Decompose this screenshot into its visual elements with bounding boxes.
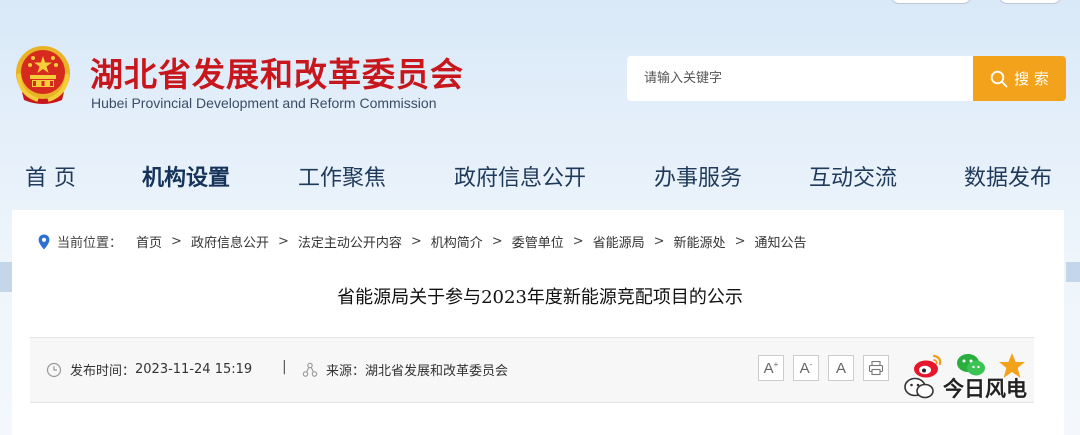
print-icon: [868, 360, 884, 376]
nav-item-home[interactable]: 首 页: [25, 160, 76, 192]
font-default-button[interactable]: A: [828, 355, 854, 381]
breadcrumb-separator: >: [277, 234, 289, 249]
breadcrumb-item-statutory[interactable]: 法定主动公开内容: [298, 232, 402, 251]
breadcrumb-separator: >: [491, 234, 503, 249]
publish-time: 发布时间： 2023-11-24 15:19: [46, 360, 252, 379]
watermark-text: 今日风电: [943, 377, 1027, 401]
main-nav: 首 页 机构设置 工作聚焦 政府信息公开 办事服务 互动交流 数据发布: [0, 160, 1080, 194]
breadcrumb-item-affiliated[interactable]: 委管单位: [512, 232, 564, 251]
print-button[interactable]: [863, 355, 889, 381]
source-label: 来源：: [326, 364, 366, 379]
meta-separator: |: [282, 359, 287, 375]
search-button-label: 搜 索: [1014, 70, 1049, 88]
clock-icon: [46, 362, 62, 377]
breadcrumb-label: 当前位置：: [57, 236, 123, 251]
site-title: 湖北省发展和改革委员会: [90, 55, 464, 94]
breadcrumb-item-energy-bureau[interactable]: 省能源局: [593, 232, 645, 251]
breadcrumb-item-org-intro[interactable]: 机构简介: [431, 232, 483, 251]
source-value: 湖北省发展和改革委员会: [365, 364, 509, 379]
site-subtitle-en: Hubei Provincial Development and Reform …: [91, 95, 437, 111]
breadcrumb-item-new-energy[interactable]: 新能源处: [674, 232, 726, 251]
publish-time-label: 发布时间：: [70, 364, 136, 379]
nav-item-interaction[interactable]: 互动交流: [809, 160, 897, 192]
location-pin-icon: [38, 234, 50, 249]
background-decoration: [1066, 262, 1080, 282]
breadcrumb-item-gov-info[interactable]: 政府信息公开: [191, 232, 269, 251]
nav-item-data-release[interactable]: 数据发布: [964, 160, 1052, 192]
breadcrumb-separator: >: [171, 234, 182, 249]
wechat-channel-icon: [904, 377, 934, 399]
breadcrumb: 当前位置： 首页 > 政府信息公开 > 法定主动公开内容 > 机构简介 > 委管…: [38, 232, 806, 251]
breadcrumb-separator: >: [572, 234, 584, 249]
search-icon: [990, 70, 1008, 87]
nav-item-organization[interactable]: 机构设置: [142, 160, 230, 192]
national-emblem-icon: [16, 46, 70, 104]
search-button[interactable]: 搜 索: [973, 56, 1066, 101]
font-smaller-button[interactable]: A-: [793, 355, 819, 381]
breadcrumb-separator: >: [653, 234, 665, 249]
nav-item-work-focus[interactable]: 工作聚焦: [298, 160, 386, 192]
breadcrumb-item-notices[interactable]: 通知公告: [754, 232, 806, 251]
nav-item-services[interactable]: 办事服务: [654, 160, 742, 192]
search-box: [627, 56, 973, 101]
publish-time-value: 2023-11-24 15:19: [135, 362, 253, 377]
divider: [30, 402, 1034, 403]
search-input[interactable]: [627, 56, 973, 101]
article-title: 省能源局关于参与2023年度新能源竞配项目的公示: [337, 287, 743, 308]
breadcrumb-separator: >: [410, 234, 422, 249]
source-icon: [302, 362, 318, 377]
article-source: 来源： 湖北省发展和改革委员会: [302, 360, 508, 379]
font-larger-button[interactable]: A +: [758, 355, 784, 381]
breadcrumb-separator: >: [734, 234, 746, 249]
breadcrumb-item-home[interactable]: 首页: [136, 232, 162, 251]
watermark: 今日风电: [903, 373, 1027, 403]
site-header: 湖北省发展和改革委员会 Hubei Provincial Development…: [0, 0, 1080, 150]
nav-item-gov-info[interactable]: 政府信息公开: [454, 160, 586, 192]
